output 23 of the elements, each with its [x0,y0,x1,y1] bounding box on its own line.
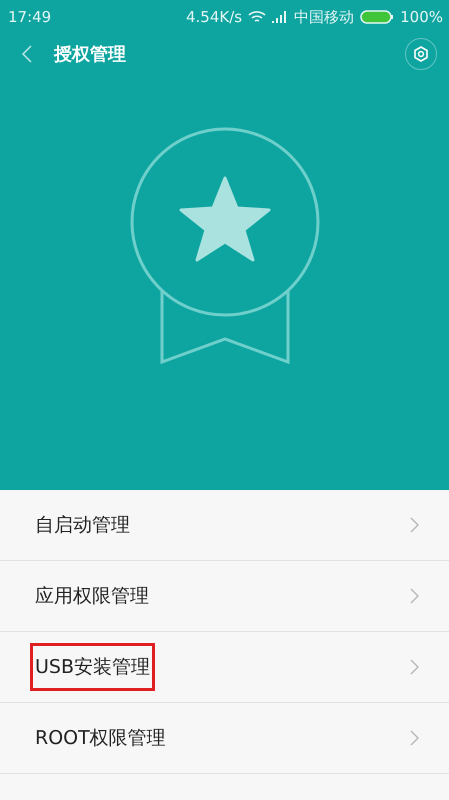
network-speed: 4.54K/s [186,8,242,26]
chevron-icon [410,730,419,746]
chevron-icon [410,588,419,604]
page-title: 授权管理 [54,43,127,66]
menu-item[interactable]: ROOT权限管理 [0,703,449,774]
settings-icon [413,46,429,62]
wifi-icon [248,10,266,24]
chevron-icon [410,517,419,533]
battery-percent: 100% [400,8,443,26]
menu-item[interactable]: 自启动管理 [0,490,449,561]
battery-icon [360,10,394,24]
menu-item-label: USB安装管理 [30,643,156,691]
menu-item[interactable]: USB安装管理 [0,632,449,703]
settings-button[interactable] [405,38,437,70]
menu-item-label: 应用权限管理 [34,584,150,609]
menu-item-label: ROOT权限管理 [34,726,167,751]
clock: 17:49 [8,8,52,26]
carrier-name: 中国移动 [294,8,354,26]
menu-item-label: 自启动管理 [34,513,131,538]
menu-item[interactable]: 应用权限管理 [0,561,449,632]
signal-icon [272,11,288,23]
back-icon[interactable] [22,45,32,63]
chevron-icon [410,659,419,675]
